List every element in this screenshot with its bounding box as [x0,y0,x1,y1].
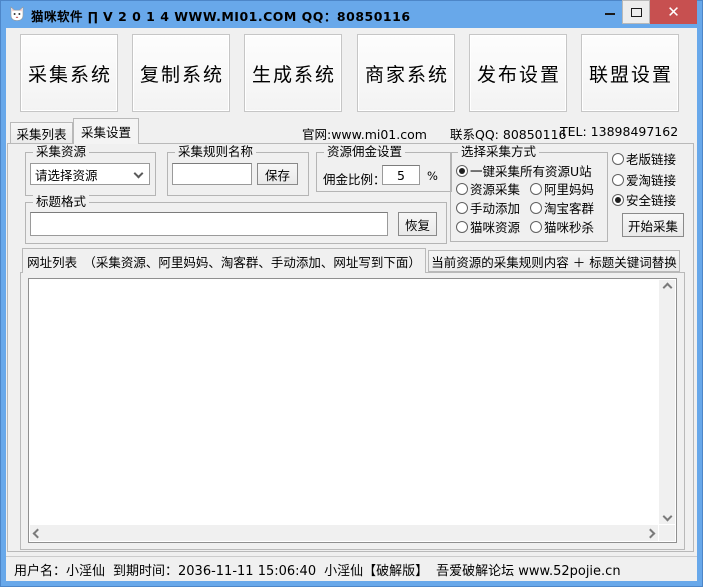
radio-label: 一键采集所有资源U站 [470,161,592,180]
source-combobox[interactable]: 请选择资源 [30,163,150,185]
status-expiry: 到期时间：2036-11-11 15:06:40 [113,560,316,579]
rule-name-input[interactable] [172,163,252,185]
close-button[interactable]: ✕ [650,0,697,24]
group-title-format-label: 标题格式 [33,195,89,209]
chevron-down-icon [134,169,144,179]
tab-collect-list[interactable]: 采集列表 [10,122,73,143]
radio-icon [530,183,542,195]
tel-text: TEL: 13898497162 [560,124,678,139]
scroll-right-icon[interactable] [643,525,658,541]
title-format-input[interactable] [30,212,388,236]
url-list-box [28,278,677,543]
client-area: 采集系统 复制系统 生成系统 商家系统 发布设置 联盟设置 采集列表 采集设置 … [6,28,697,581]
group-rule-name-label: 采集规则名称 [175,145,256,159]
nav-button-merchant-system[interactable]: 商家系统 [357,34,455,112]
status-username: 用户名：小淫仙 [14,560,105,579]
nav-button-generate-system[interactable]: 生成系统 [244,34,342,112]
radio-old-link[interactable]: 老版链接 [612,149,676,168]
radio-label: 手动添加 [470,198,520,217]
url-list-textarea[interactable] [30,280,658,524]
radio-taobao-group[interactable]: 淘宝客群 [530,198,594,217]
radio-safe-link[interactable]: 安全链接 [612,190,676,209]
maximize-button[interactable] [622,0,650,24]
app-window: 猫咪软件 ∏ V 2 0 1 4 WWW.MI01.COM QQ：8085011… [0,0,703,587]
horizontal-scrollbar[interactable] [30,525,658,541]
status-bar: 用户名：小淫仙 到期时间：2036-11-11 15:06:40 小淫仙【破解版… [6,556,697,581]
vertical-scrollbar[interactable] [659,280,675,524]
nav-button-collect-system[interactable]: 采集系统 [20,34,118,112]
radio-label: 猫咪秒杀 [544,217,594,236]
radio-resource-collect[interactable]: 资源采集 [456,179,520,198]
status-forum: 吾爱破解论坛 www.52pojie.cn [436,560,620,579]
radio-icon [456,221,468,233]
radio-label: 资源采集 [470,179,520,198]
scroll-up-icon[interactable] [659,280,675,295]
radio-icon [456,202,468,214]
official-site-text: 官网:www.mi01.com [302,124,427,143]
scroll-down-icon[interactable] [659,509,675,524]
close-icon: ✕ [667,3,680,21]
source-combobox-value: 请选择资源 [35,165,98,184]
radio-label: 阿里妈妈 [544,179,594,198]
title-bar: 猫咪软件 ∏ V 2 0 1 4 WWW.MI01.COM QQ：8085011… [0,0,703,28]
scrollbar-corner [659,525,675,541]
radio-alimama[interactable]: 阿里妈妈 [530,179,594,198]
restore-button[interactable]: 恢复 [398,212,437,236]
radio-label: 老版链接 [626,149,676,168]
nav-button-copy-system[interactable]: 复制系统 [132,34,230,112]
nav-button-publish-settings[interactable]: 发布设置 [469,34,567,112]
percent-label: % [427,169,438,183]
group-commission-label: 资源佣金设置 [324,145,405,159]
cat-icon [9,6,25,22]
tab-url-list[interactable]: 网址列表 （采集资源、阿里妈妈、淘客群、手动添加、网址写到下面） [22,248,426,273]
radio-aitao-link[interactable]: 爱淘链接 [612,170,676,189]
save-button[interactable]: 保存 [257,163,298,185]
commission-ratio-label: 佣金比例： [323,169,386,188]
radio-icon [456,165,468,177]
status-edition: 小淫仙【破解版】 [324,560,428,579]
scroll-left-icon[interactable] [30,525,45,541]
window-title: 猫咪软件 ∏ V 2 0 1 4 WWW.MI01.COM QQ：8085011… [31,6,411,25]
radio-maomi-resource[interactable]: 猫咪资源 [456,217,520,236]
radio-icon [530,221,542,233]
tab-rule-content[interactable]: 当前资源的采集规则内容 ＋ 标题关键词替换 [428,250,680,272]
radio-icon [530,202,542,214]
radio-label: 淘宝客群 [544,198,594,217]
group-collect-source-label: 采集资源 [33,145,89,159]
contact-qq-text: 联系QQ: 80850116 [450,124,567,143]
radio-icon [612,174,624,186]
radio-icon [612,153,624,165]
radio-manual-add[interactable]: 手动添加 [456,198,520,217]
nav-button-alliance-settings[interactable]: 联盟设置 [581,34,679,112]
radio-one-key-collect[interactable]: 一键采集所有资源U站 [456,161,592,180]
minimize-icon [605,13,615,15]
tab-collect-settings[interactable]: 采集设置 [73,118,139,144]
radio-icon [456,183,468,195]
radio-label: 安全链接 [626,190,676,209]
radio-icon [612,194,624,206]
commission-ratio-input[interactable] [382,165,420,185]
maximize-icon [631,8,642,17]
group-collect-mode-label: 选择采集方式 [458,145,539,159]
minimize-button[interactable] [597,0,622,24]
radio-label: 爱淘链接 [626,170,676,189]
start-collect-button[interactable]: 开始采集 [622,213,684,237]
radio-maomi-seckill[interactable]: 猫咪秒杀 [530,217,594,236]
radio-label: 猫咪资源 [470,217,520,236]
